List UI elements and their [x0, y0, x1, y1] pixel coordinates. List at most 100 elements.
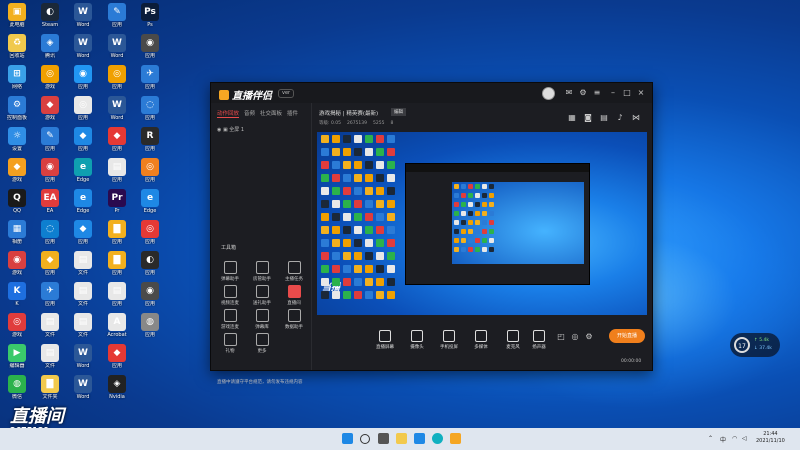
preview-app-window	[405, 163, 590, 285]
tool-icon	[223, 285, 237, 298]
tool-button[interactable]: 送礼助手	[247, 285, 277, 306]
preview-icon	[354, 226, 362, 234]
control-button[interactable]: 手机投屏	[435, 330, 463, 350]
search-icon[interactable]	[360, 434, 370, 444]
preview-icon	[343, 239, 351, 247]
stream-preview[interactable]: 当播	[317, 132, 647, 315]
go-live-button[interactable]: 开始直播	[609, 329, 645, 343]
streaming-app-taskbar-icon[interactable]	[450, 433, 461, 444]
tool-button[interactable]: 直播间	[279, 285, 309, 306]
preview-inner-icon	[461, 238, 466, 243]
tool-button[interactable]: 视频连麦	[215, 285, 245, 306]
preview-icon	[376, 200, 384, 208]
tool-button[interactable]: 礼物	[215, 333, 245, 354]
preview-inner-icon	[475, 193, 480, 198]
app-logo: 直播伴侣	[219, 87, 272, 102]
file-explorer-icon[interactable]	[396, 433, 407, 444]
control-button[interactable]: 扬声器	[525, 330, 553, 350]
eye-icon[interactable]: ◎	[571, 333, 579, 341]
desktop-app-icon: ▦	[8, 220, 26, 238]
tool-label: 视频连麦	[221, 301, 239, 306]
layout-icon[interactable]: ▦	[568, 114, 576, 122]
edge-icon[interactable]	[432, 433, 443, 444]
minimize-icon[interactable]: –	[609, 89, 617, 97]
control-button[interactable]: 多媒体	[467, 330, 495, 350]
layer-icon[interactable]: ▤	[600, 114, 608, 122]
preview-inner-icon	[468, 211, 473, 216]
tool-button[interactable]: 更多	[247, 333, 277, 354]
desktop-icon-label: Edge	[143, 208, 157, 214]
performance-widget[interactable]: 17 ↑ 5.4k ↓ 37.4k	[730, 333, 780, 357]
desktop-app-icon: W	[74, 3, 92, 21]
user-avatar[interactable]	[542, 87, 555, 100]
desktop-icon-label: 应用	[77, 84, 88, 90]
record-icon[interactable]: ◙	[584, 114, 592, 122]
tool-icon	[255, 285, 269, 298]
preview-inner-icon	[454, 193, 459, 198]
desktop-icon-label: 游戏	[44, 84, 55, 90]
preview-icon	[387, 161, 395, 169]
gear-icon[interactable]: ⚙	[585, 333, 593, 341]
tool-button[interactable]: 游戏连麦	[215, 309, 245, 330]
settings-icon[interactable]: ⚙	[579, 89, 587, 97]
menu-icon[interactable]: ≡	[593, 89, 601, 97]
start-icon[interactable]	[342, 433, 353, 444]
share-icon[interactable]: ⋈	[632, 114, 640, 122]
clock[interactable]: 21:44 2021/11/10	[756, 431, 785, 445]
message-icon[interactable]: ✉	[565, 89, 573, 97]
preview-icon	[365, 213, 373, 221]
control-button[interactable]: 麦克风	[499, 330, 527, 350]
tool-button[interactable]: 主播任务	[279, 261, 309, 282]
version-badge[interactable]: ver	[278, 89, 295, 98]
preview-icon	[332, 135, 340, 143]
maximize-icon[interactable]: □	[623, 89, 631, 97]
preview-icon	[365, 252, 373, 260]
desktop-icon-label: 应用	[144, 84, 155, 90]
scene-item[interactable]: ◉ ▣ 全屏 1	[217, 126, 244, 133]
volume-icon[interactable]: ◁	[742, 435, 747, 442]
desktop-app-icon: ◎	[41, 65, 59, 83]
tool-button[interactable]: 弹幕助手	[215, 261, 245, 282]
store-icon[interactable]	[414, 433, 425, 444]
desktop-icon-label: Word	[76, 394, 90, 400]
desktop-app-icon: ▤	[74, 313, 92, 331]
preview-inner-icon	[482, 220, 487, 225]
desktop-app-icon: ▤	[74, 251, 92, 269]
desktop-icon-grid: ▣ 此电脑 ♻ 回收站 ⊞ 网络 ⚙ 控制面板 ☼ 设置 ◆ 游戏 Q QQ ▦ 相册 ◉ 游戏 K K ◎ 游戏 ▶ 编辑器…	[0, 0, 200, 420]
tab-0[interactable]: 动作回放	[217, 109, 240, 118]
control-label: 摄像头	[410, 345, 424, 350]
desktop-icon-label: 应用	[44, 177, 55, 183]
stream-title[interactable]: 游戏揭秘 | 精英赛(最新)	[319, 109, 378, 117]
preview-inner-icon	[468, 247, 473, 252]
tab-2[interactable]: 社交面板	[260, 109, 282, 117]
tool-button[interactable]: 房管助手	[247, 261, 277, 282]
preview-icon	[321, 135, 329, 143]
preview-icon	[376, 187, 384, 195]
desktop-icon[interactable]: ◍ 应用	[133, 312, 167, 348]
tray-lang[interactable]: 中	[720, 435, 726, 444]
tool-button[interactable]: 数据助手	[279, 309, 309, 330]
preview-icon	[387, 135, 395, 143]
camera-effects-icon[interactable]: ◰	[557, 333, 565, 341]
wifi-icon[interactable]: ◠	[732, 435, 737, 442]
desktop-app-icon: ◆	[74, 127, 92, 145]
desktop-app-icon: e	[74, 158, 92, 176]
tray-chevron-icon[interactable]: ⌃	[708, 435, 713, 442]
edit-title-button[interactable]: 编辑	[391, 108, 406, 116]
desktop-icon[interactable]: ◈ Nvidia	[100, 374, 134, 410]
desktop-app-icon: ▤	[108, 282, 126, 300]
tab-3[interactable]: 插件	[287, 109, 298, 117]
preview-icon	[376, 135, 384, 143]
task-view-icon[interactable]	[378, 433, 389, 444]
control-button[interactable]: 摄像头	[403, 330, 431, 350]
control-button[interactable]: 直播屏幕	[371, 330, 399, 350]
preview-icon	[354, 187, 362, 195]
preview-icon	[343, 174, 351, 182]
desktop-icon[interactable]: W Word	[66, 374, 100, 410]
desktop-icon-label: 应用	[111, 177, 122, 183]
bell-icon[interactable]: ♪	[616, 114, 624, 122]
close-icon[interactable]: ×	[637, 89, 645, 97]
tool-button[interactable]: 弹幕库	[247, 309, 277, 330]
window-titlebar[interactable]: 直播伴侣 ver ✉ ⚙ ≡ – □ ×	[211, 83, 652, 103]
tab-1[interactable]: 音频	[244, 109, 255, 117]
